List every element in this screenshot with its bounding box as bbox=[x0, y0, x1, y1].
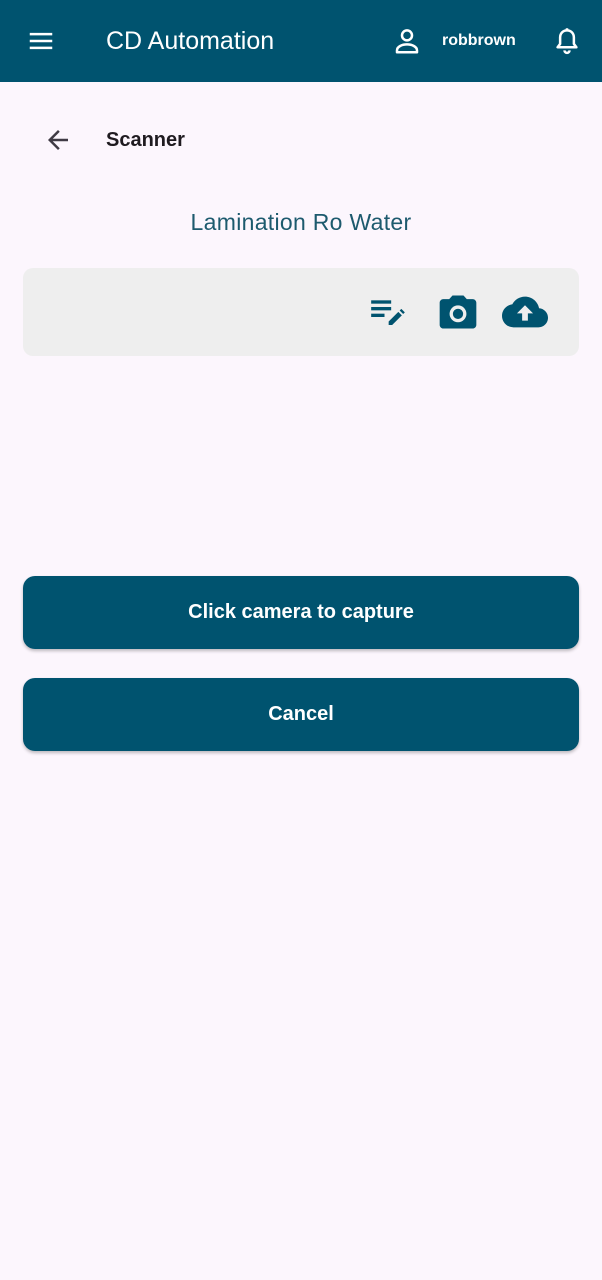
cloud-upload-icon bbox=[502, 296, 548, 328]
arrow-back-icon bbox=[48, 130, 68, 150]
edit-notes-button[interactable] bbox=[364, 290, 410, 334]
cloud-upload-button[interactable] bbox=[502, 290, 548, 334]
page-title: Scanner bbox=[106, 129, 185, 151]
bell-outline-icon bbox=[556, 28, 578, 55]
camera-icon bbox=[439, 295, 477, 329]
cancel-button[interactable]: Cancel bbox=[23, 678, 579, 751]
person-outline-icon bbox=[395, 29, 419, 54]
back-button[interactable] bbox=[38, 120, 78, 160]
camera-button[interactable] bbox=[435, 290, 481, 334]
hamburger-menu-icon bbox=[29, 32, 53, 50]
menu-button[interactable] bbox=[22, 22, 60, 60]
username-label: robbrown bbox=[442, 32, 516, 49]
app-title: CD Automation bbox=[106, 27, 275, 55]
app-bar: CD Automation robbrown bbox=[0, 0, 602, 82]
item-subtitle: Lamination Ro Water bbox=[190, 209, 412, 235]
notifications-button[interactable] bbox=[548, 22, 586, 60]
edit-note-icon bbox=[371, 300, 405, 325]
scanner-toolbar bbox=[23, 268, 579, 356]
capture-button[interactable]: Click camera to capture bbox=[23, 576, 579, 649]
user-profile-button[interactable] bbox=[388, 22, 426, 60]
